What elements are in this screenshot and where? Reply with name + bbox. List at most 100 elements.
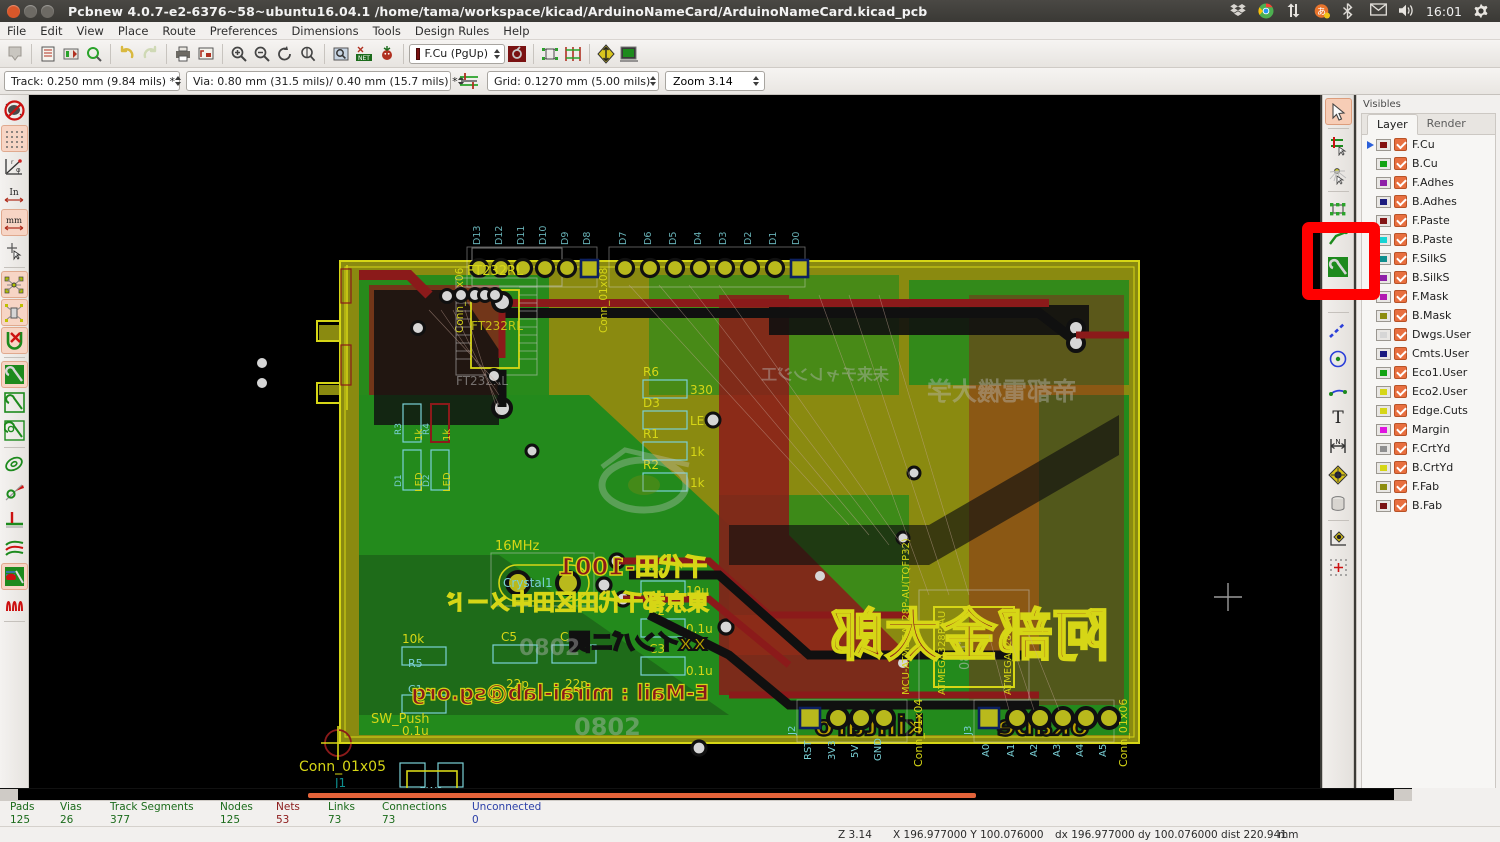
select-cursor-icon[interactable] — [1325, 98, 1352, 125]
zones-outline-icon[interactable] — [1, 389, 28, 416]
layer-row-b-silks[interactable]: B.SilkS — [1362, 268, 1495, 287]
layer-row-b-fab[interactable]: B.Fab — [1362, 496, 1495, 515]
layer-color-swatch[interactable] — [1376, 424, 1391, 436]
power-gear-icon[interactable] — [1473, 3, 1490, 19]
net-class-icon[interactable] — [457, 69, 481, 93]
layer-row-b-paste[interactable]: B.Paste — [1362, 230, 1495, 249]
menu-design-rules[interactable]: Design Rules — [408, 22, 496, 40]
add-target-icon[interactable] — [1325, 461, 1352, 488]
layer-row-dwgs-user[interactable]: Dwgs.User — [1362, 325, 1495, 344]
add-keepout-icon[interactable] — [1325, 282, 1352, 309]
add-zone-icon[interactable] — [1325, 253, 1352, 280]
canvas-horizontal-scrollbar[interactable] — [0, 788, 1412, 800]
menu-file[interactable]: File — [0, 22, 33, 40]
layer-color-swatch[interactable] — [1376, 234, 1391, 246]
zoom-fit-icon[interactable] — [297, 43, 319, 65]
high-contrast-icon[interactable] — [1, 535, 28, 562]
window-controls[interactable] — [0, 5, 54, 18]
zones-unfilled-icon[interactable] — [1, 417, 28, 444]
zones-filled-icon[interactable] — [1, 361, 28, 388]
layer-visibility-checkbox[interactable] — [1394, 442, 1407, 455]
layer-color-swatch[interactable] — [1376, 158, 1391, 170]
layer-row-f-crtyd[interactable]: F.CrtYd — [1362, 439, 1495, 458]
track-width-combo[interactable]: Track: 0.250 mm (9.84 mils) * — [4, 71, 180, 91]
layer-color-swatch[interactable] — [1376, 310, 1391, 322]
layer-visibility-checkbox[interactable] — [1394, 309, 1407, 322]
layer-combo-spinner[interactable] — [494, 46, 500, 62]
ibus-input-icon[interactable]: あ — [1314, 3, 1331, 19]
menu-place[interactable]: Place — [111, 22, 156, 40]
local-ratsnest-icon[interactable] — [1325, 161, 1352, 188]
add-track-icon[interactable] — [1325, 224, 1352, 251]
open-module-viewer-icon[interactable] — [83, 43, 105, 65]
scroll-thumb[interactable] — [308, 793, 976, 798]
layer-color-swatch[interactable] — [1376, 215, 1391, 227]
highlight-net-icon[interactable] — [1325, 132, 1352, 159]
window-maximize-button[interactable] — [41, 5, 54, 18]
window-minimize-button[interactable] — [24, 5, 37, 18]
layer-color-swatch[interactable] — [1376, 272, 1391, 284]
drc-off-icon[interactable] — [1, 97, 28, 124]
layer-row-f-silks[interactable]: F.SilkS — [1362, 249, 1495, 268]
menu-tools[interactable]: Tools — [366, 22, 408, 40]
layer-visibility-checkbox[interactable] — [1394, 290, 1407, 303]
main-toolbar[interactable]: NET F.Cu (PgUp) — [0, 40, 1500, 68]
system-tray[interactable]: あ 16:01 — [1230, 3, 1500, 19]
layer-color-swatch[interactable] — [1376, 405, 1391, 417]
layer-row-edge-cuts[interactable]: Edge.Cuts — [1362, 401, 1495, 420]
chrome-icon[interactable] — [1258, 3, 1275, 19]
layers-panel[interactable]: Visibles Layer Render F.CuB.CuF.AdhesB.A… — [1356, 95, 1500, 842]
layer-visibility-checkbox[interactable] — [1394, 328, 1407, 341]
layer-color-swatch[interactable] — [1376, 348, 1391, 360]
layer-visibility-checkbox[interactable] — [1394, 138, 1407, 151]
board-setup-icon[interactable] — [37, 43, 59, 65]
layer-visibility-checkbox[interactable] — [1394, 176, 1407, 189]
add-footprint-icon[interactable] — [1325, 195, 1352, 222]
delete-icon[interactable] — [1325, 490, 1352, 517]
layer-visibility-checkbox[interactable] — [1394, 423, 1407, 436]
layer-row-cmts-user[interactable]: Cmts.User — [1362, 344, 1495, 363]
layer-visibility-checkbox[interactable] — [1394, 233, 1407, 246]
via-size-combo[interactable]: Via: 0.80 mm (31.5 mils)/ 0.40 mm (15.7 … — [186, 71, 451, 91]
layer-list[interactable]: F.CuB.CuF.AdhesB.AdhesF.PasteB.PasteF.Si… — [1362, 135, 1495, 515]
zoom-redraw-icon[interactable] — [274, 43, 296, 65]
grid-size-spinner[interactable] — [650, 73, 656, 89]
layer-row-f-fab[interactable]: F.Fab — [1362, 477, 1495, 496]
show-footprint-text-icon[interactable] — [1, 563, 28, 590]
layer-visibility-checkbox[interactable] — [1394, 157, 1407, 170]
layer-color-swatch[interactable] — [1376, 481, 1391, 493]
mail-icon[interactable] — [1370, 3, 1387, 19]
volume-icon[interactable] — [1398, 3, 1415, 19]
add-text-icon[interactable]: T — [1325, 403, 1352, 430]
undo-icon[interactable] — [116, 43, 138, 65]
menu-dimensions[interactable]: Dimensions — [284, 22, 365, 40]
set-origin-icon[interactable] — [1325, 524, 1352, 551]
netlist-icon[interactable]: NET — [353, 43, 375, 65]
module-ratsnest-icon[interactable] — [1, 299, 28, 326]
settings-toolbar[interactable]: Track: 0.250 mm (9.84 mils) * Via: 0.80 … — [0, 68, 1500, 95]
layer-visibility-checkbox[interactable] — [1394, 404, 1407, 417]
pcb-canvas[interactable]: D13 D12 D11 D10 D9 D8 D7 D6 D5 D4 D3 D2 … — [29, 95, 1320, 792]
menu-route[interactable]: Route — [155, 22, 202, 40]
track-width-spinner[interactable] — [175, 73, 181, 89]
menu-help[interactable]: Help — [496, 22, 536, 40]
layer-row-f-cu[interactable]: F.Cu — [1362, 135, 1495, 154]
layer-select-combo[interactable]: F.Cu (PgUp) — [409, 44, 505, 64]
layer-row-b-mask[interactable]: B.Mask — [1362, 306, 1495, 325]
tab-layer[interactable]: Layer — [1367, 114, 1418, 135]
mode-module-icon[interactable] — [539, 43, 561, 65]
units-inch-icon[interactable]: In — [1, 181, 28, 208]
mode-track-icon[interactable] — [562, 43, 584, 65]
layer-color-swatch[interactable] — [1376, 367, 1391, 379]
ratsnest-show-icon[interactable] — [1, 271, 28, 298]
units-mm-icon[interactable]: mm — [1, 209, 28, 236]
layer-visibility-checkbox[interactable] — [1394, 385, 1407, 398]
pads-sketch-icon[interactable] — [1, 451, 28, 478]
layer-visibility-checkbox[interactable] — [1394, 480, 1407, 493]
drc-icon[interactable] — [376, 43, 398, 65]
print-icon[interactable] — [172, 43, 194, 65]
layer-visibility-checkbox[interactable] — [1394, 499, 1407, 512]
show-ratsnest-icon[interactable] — [595, 43, 617, 65]
layer-color-swatch[interactable] — [1376, 291, 1391, 303]
vias-sketch-icon[interactable] — [1, 479, 28, 506]
